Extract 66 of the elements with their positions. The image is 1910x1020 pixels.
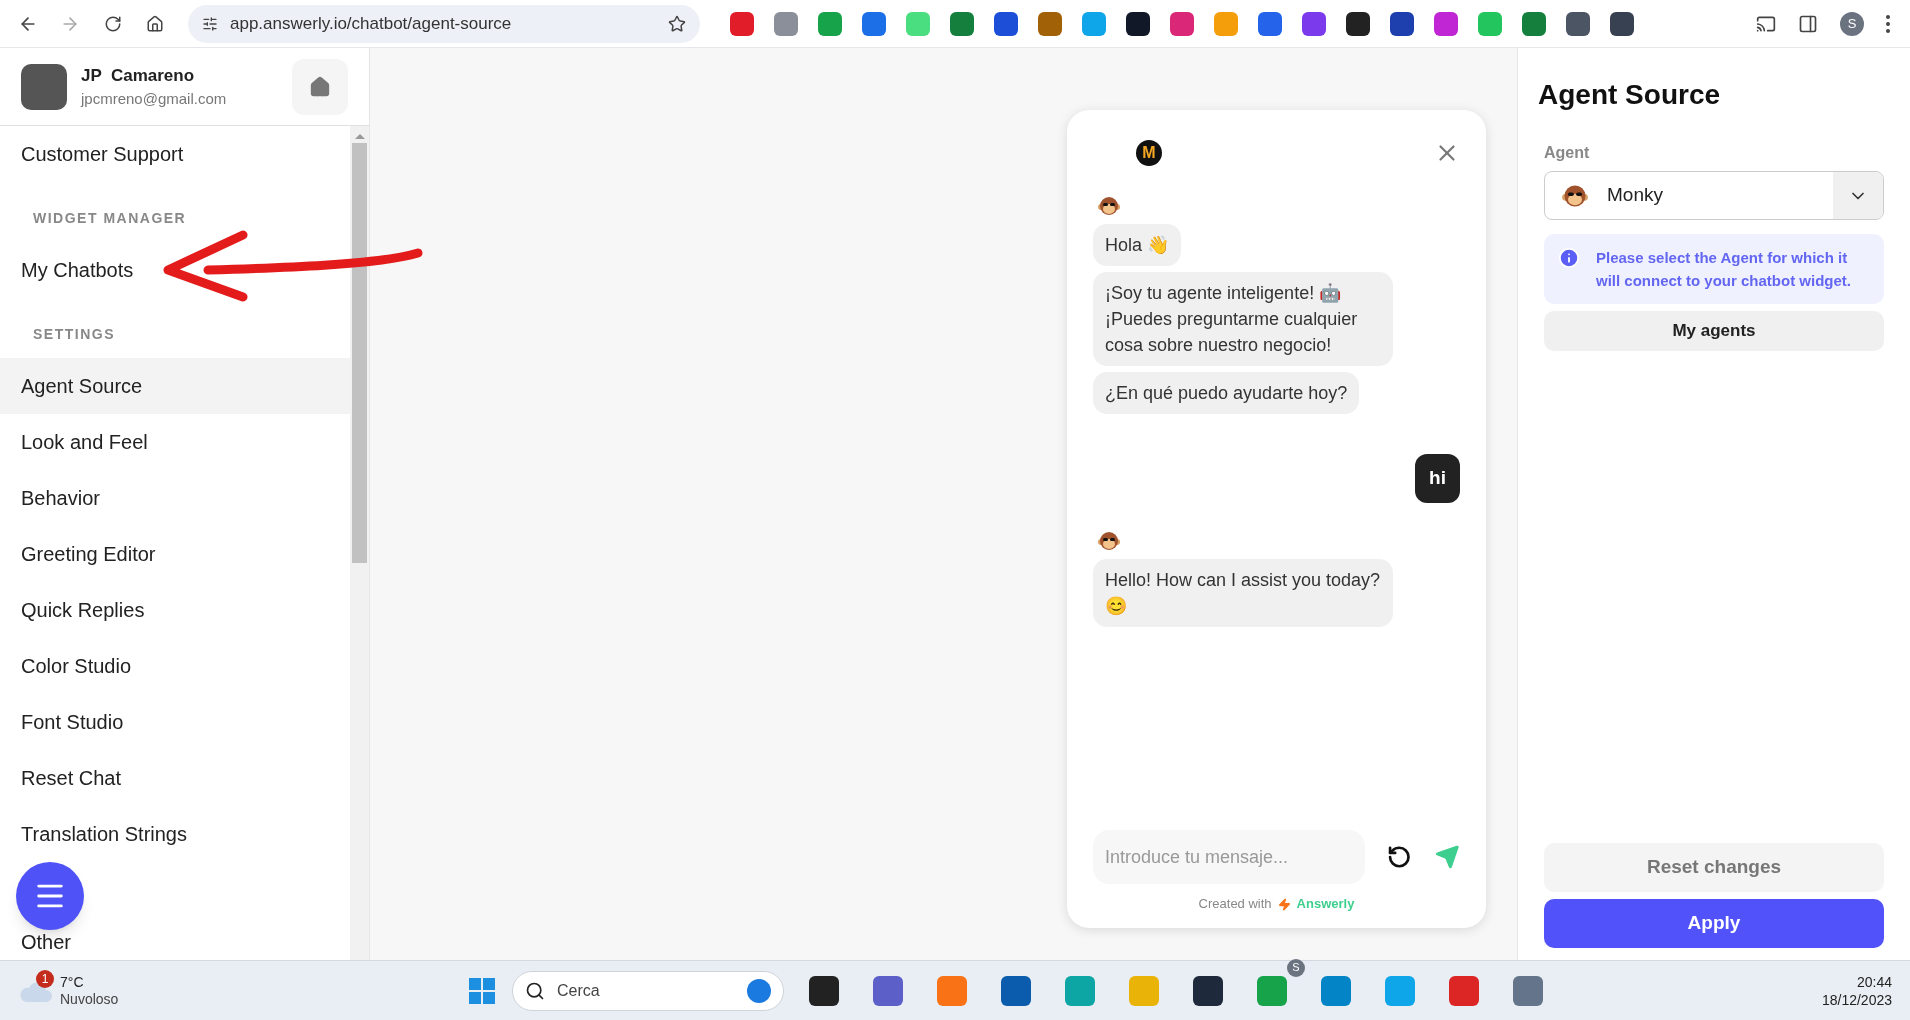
sidebar-item[interactable]: Quick Replies [0,582,350,638]
app-icon[interactable] [1193,975,1223,1006]
extension-icon[interactable] [1610,11,1634,36]
agent-select[interactable]: Monky [1544,171,1884,220]
user-message: hi [1415,454,1460,503]
more-menu-icon[interactable] [1886,14,1890,33]
avatar-photo-placeholder [21,63,67,110]
profile-avatar[interactable]: S [1840,11,1864,36]
footer-text: Created with [1198,895,1272,914]
sidebar-item[interactable]: Agent Source [0,358,350,414]
message-input[interactable]: Introduce tu mensaje... [1093,830,1365,884]
temperature: 7°C [60,973,85,991]
taskbar-search[interactable]: Cerca [512,970,784,1011]
sidebar-item[interactable]: Greeting Editor [0,526,350,582]
user-email: jpcmreno@gmail.com [81,89,227,109]
url-text: app.answerly.io/chatbot/agent-source [230,12,513,35]
user-name: JP Camareno [81,64,196,87]
clock-time: 20:44 [1856,972,1892,991]
sidebar-item[interactable]: Translation Strings [0,806,350,862]
weather-text: Nuvoloso [60,990,119,1008]
start-icon[interactable] [468,976,496,1005]
bolt-icon [1277,897,1291,911]
apply-button[interactable]: Apply [1544,899,1884,948]
side-panel-icon[interactable] [1798,13,1818,34]
reset-changes-button[interactable]: Reset changes [1544,843,1884,892]
agent-label: Agent [1544,143,1591,163]
sidebar-item[interactable]: My Chatbots [0,242,350,298]
home-icon[interactable] [146,14,164,33]
reload-icon[interactable] [104,14,122,33]
home-button[interactable] [292,58,348,115]
bot-message: ¡Soy tu agente inteligente! 🤖 ¡Puedes preguntarme cualquier cosa sobre nuestro negocio! [1093,272,1393,366]
extension-icon[interactable] [1126,11,1150,36]
extension-icon[interactable] [994,11,1018,36]
info-text: Please select the Agent for which it will connect to your chatbot widget. [1596,248,1852,291]
reset-icon[interactable] [1386,844,1412,870]
clock-date: 18/12/2023 [1821,990,1892,1009]
extension-icon[interactable] [1566,11,1590,36]
sidebar-item[interactable]: Look and Feel [0,414,350,470]
app-icon[interactable] [809,975,839,1006]
section-heading: WIDGET MANAGER [33,209,187,228]
chat-logo: M [1136,140,1162,166]
bot-avatar-icon [1097,194,1121,218]
bot-message: Hola 👋 [1093,224,1182,266]
bot-message: Hello! How can I assist you today? 😊 [1093,558,1393,627]
extension-icon[interactable] [1346,11,1370,36]
agent-name: Monky [1607,183,1663,208]
extension-icon[interactable] [1390,11,1414,36]
sidebar-item[interactable]: Color Studio [0,638,350,694]
sidebar-item[interactable]: Font Studio [0,694,350,750]
search-icon [525,980,545,1001]
notification-badge: 1 [36,969,54,988]
site-info-icon[interactable] [202,15,218,32]
menu-fab-button[interactable] [16,862,84,930]
sidebar-item[interactable]: Behavior [0,470,350,526]
address-bar[interactable]: app.answerly.io/chatbot/agent-source [188,4,700,43]
info-icon [1558,247,1580,269]
scrollbar[interactable] [350,126,369,960]
sidebar-item[interactable]: Customer Support [0,126,350,182]
panel-title: Agent Source [1538,78,1722,112]
bookmark-star-icon[interactable] [668,14,686,33]
home-icon [309,75,331,98]
sidebar-item[interactable]: Reset Chat [0,750,350,806]
my-agents-button[interactable]: My agents [1544,311,1884,351]
section-heading: SETTINGS [33,325,115,344]
bot-message: ¿En qué puedo ayudarte hoy? [1093,372,1360,414]
sidebar-item[interactable]: Other [0,914,350,960]
